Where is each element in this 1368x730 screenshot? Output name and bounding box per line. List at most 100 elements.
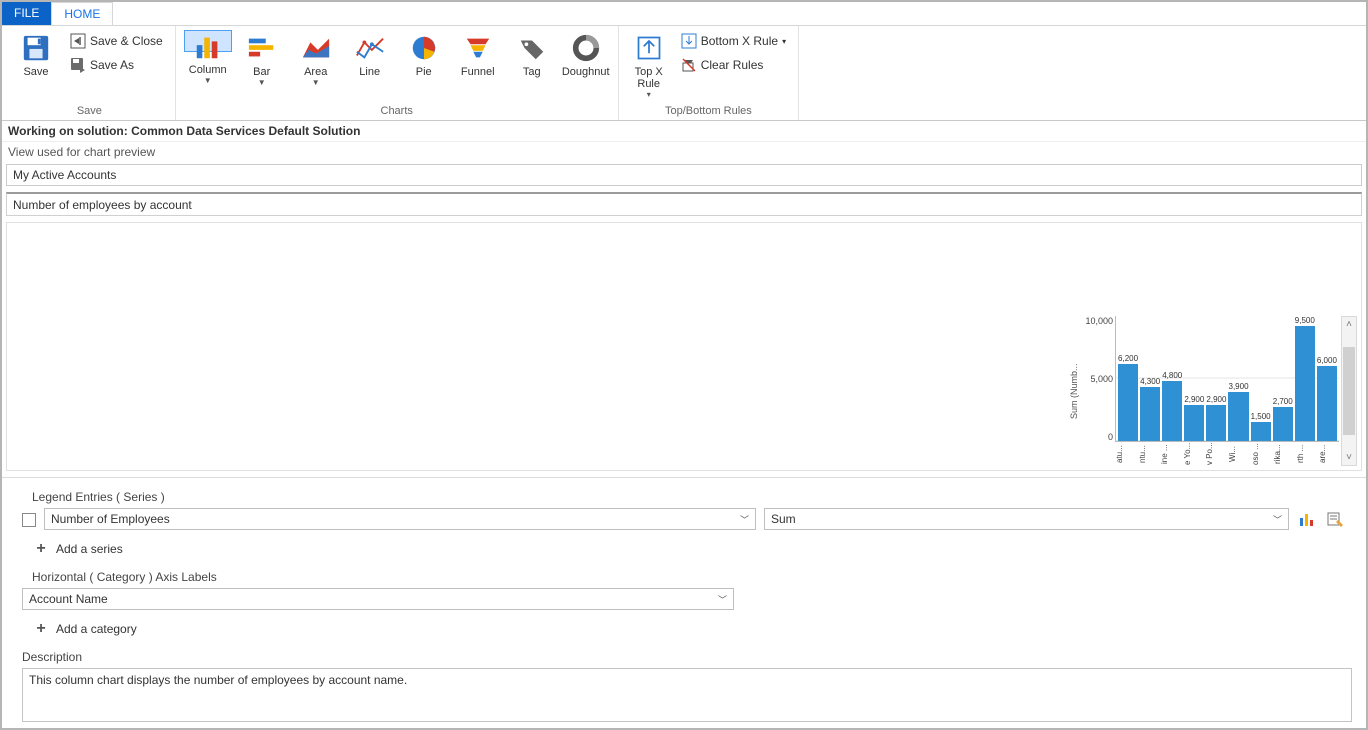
save-as-button[interactable]: Save As: [66, 54, 167, 76]
chart: Sum (Numb... 10,000 5,000 0 6,2004,3004,…: [1069, 316, 1339, 466]
legend-entries-label: Legend Entries ( Series ): [32, 490, 1362, 504]
ribbon-group-charts-label: Charts: [184, 105, 610, 119]
chart-y-tick: 0: [1108, 432, 1113, 442]
caret-down-icon: ▼: [204, 76, 212, 85]
chart-bar: 9,500: [1295, 316, 1315, 441]
area-chart-icon: [300, 32, 332, 64]
save-close-icon: [70, 33, 86, 49]
ribbon-group-save: Save Save & Close Save As Save: [4, 26, 176, 120]
clear-rules-icon: [681, 57, 697, 73]
chart-line-button[interactable]: Line: [346, 30, 394, 80]
chart-bar-value: 2,900: [1184, 395, 1204, 404]
caret-down-icon: ﹀: [740, 513, 749, 526]
chart-y-tick: 10,000: [1085, 316, 1113, 326]
series-field-selector[interactable]: Number of Employees ﹀: [44, 508, 756, 530]
chart-bar-value: 2,900: [1206, 395, 1226, 404]
chart-x-tick: oso ...: [1251, 442, 1272, 466]
chart-bar: 4,300: [1140, 316, 1160, 441]
series-chart-type-button[interactable]: [1297, 509, 1317, 529]
chart-x-tick: rth ...: [1296, 442, 1317, 466]
description-value: This column chart displays the number of…: [29, 673, 407, 687]
chart-x-tick: ntu...: [1138, 442, 1159, 466]
chart-config: Legend Entries ( Series ) Number of Empl…: [2, 477, 1366, 728]
doughnut-chart-icon: [570, 32, 602, 64]
mini-column-icon: [1298, 510, 1316, 528]
chart-name-input[interactable]: Number of employees by account: [6, 192, 1362, 216]
chart-name-value: Number of employees by account: [13, 198, 192, 212]
chart-bar: 3,900: [1228, 316, 1248, 441]
chart-bar-value: 6,000: [1317, 356, 1337, 365]
save-icon: [20, 32, 52, 64]
series-field-value: Number of Employees: [51, 512, 170, 526]
chart-bar-button[interactable]: Bar ▼: [238, 30, 286, 89]
caret-down-icon: ▼: [312, 78, 320, 87]
bottomx-rule-icon: [681, 33, 697, 49]
ribbon-group-save-label: Save: [12, 105, 167, 119]
add-series-button[interactable]: + Add a series: [34, 540, 1362, 558]
solution-label: Working on solution: Common Data Service…: [2, 121, 1366, 142]
series-aggregate-value: Sum: [771, 512, 796, 526]
topx-rule-icon: [633, 32, 665, 64]
tab-strip: FILE HOME: [2, 2, 1366, 26]
view-selector[interactable]: My Active Accounts: [6, 164, 1362, 186]
series-aggregate-selector[interactable]: Sum ﹀: [764, 508, 1289, 530]
chart-x-tick: v Po...: [1205, 442, 1226, 466]
chart-bar-value: 9,500: [1295, 316, 1315, 325]
chart-column-button[interactable]: Column ▼: [184, 30, 232, 52]
chart-doughnut-button[interactable]: Doughnut: [562, 30, 610, 80]
chart-x-tick: e Yo...: [1183, 442, 1204, 466]
clear-rules-button[interactable]: Clear Rules: [677, 54, 790, 76]
chart-bar-value: 2,700: [1273, 397, 1293, 406]
description-label: Description: [22, 650, 1362, 664]
scroll-thumb[interactable]: [1343, 347, 1355, 436]
chart-bar: 2,700: [1273, 316, 1293, 441]
chart-x-tick: are...: [1318, 442, 1339, 466]
chart-y-axis: 10,000 5,000 0: [1079, 316, 1115, 442]
line-chart-icon: [354, 32, 386, 64]
description-input[interactable]: This column chart displays the number of…: [22, 668, 1352, 722]
edit-properties-icon: [1326, 510, 1344, 528]
column-chart-icon: [192, 32, 224, 62]
bottomx-rule-button[interactable]: Bottom X Rule ▾: [677, 30, 790, 52]
chart-bar: 6,200: [1118, 316, 1138, 441]
save-close-button[interactable]: Save & Close: [66, 30, 167, 52]
tab-home[interactable]: HOME: [51, 2, 113, 25]
category-field-selector[interactable]: Account Name ﹀: [22, 588, 734, 610]
chart-area-button[interactable]: Area ▼: [292, 30, 340, 89]
scroll-down-icon[interactable]: ˅: [1346, 450, 1352, 465]
tab-file[interactable]: FILE: [2, 2, 51, 25]
series-checkbox[interactable]: [22, 513, 36, 527]
caret-down-icon: ﹀: [718, 593, 727, 606]
ribbon-group-rules: Top X Rule ▾ Bottom X Rule ▾ Clear Rules…: [619, 26, 799, 120]
save-as-icon: [70, 57, 86, 73]
scroll-up-icon[interactable]: ˄: [1346, 317, 1352, 332]
horizontal-axis-label: Horizontal ( Category ) Axis Labels: [32, 570, 1362, 584]
view-selector-value: My Active Accounts: [13, 168, 116, 182]
chart-bar-value: 3,900: [1229, 382, 1249, 391]
ribbon: Save Save & Close Save As Save: [2, 26, 1366, 121]
chart-x-tick: atu...: [1115, 442, 1136, 466]
save-button[interactable]: Save: [12, 30, 60, 80]
chart-bar-value: 6,200: [1118, 354, 1138, 363]
chart-funnel-button[interactable]: Funnel: [454, 30, 502, 80]
chart-plot: 6,2004,3004,8002,9002,9003,9001,5002,700…: [1115, 316, 1339, 442]
plus-icon: +: [34, 540, 48, 558]
chart-preview: Sum (Numb... 10,000 5,000 0 6,2004,3004,…: [6, 222, 1362, 471]
caret-down-icon: ﹀: [1273, 513, 1282, 526]
chart-x-tick: ine ...: [1160, 442, 1181, 466]
bar-chart-icon: [246, 32, 278, 64]
preview-scrollbar[interactable]: ˄ ˅: [1341, 316, 1357, 466]
chart-tag-button[interactable]: Tag: [508, 30, 556, 80]
chart-pie-button[interactable]: Pie: [400, 30, 448, 80]
chart-bar-value: 1,500: [1251, 412, 1271, 421]
pie-chart-icon: [408, 32, 440, 64]
category-field-value: Account Name: [29, 592, 108, 606]
chart-bar: 2,900: [1184, 316, 1204, 441]
chart-bar-value: 4,300: [1140, 377, 1160, 386]
add-category-button[interactable]: + Add a category: [34, 620, 1362, 638]
series-edit-button[interactable]: [1325, 509, 1345, 529]
chart-bar: 2,900: [1206, 316, 1226, 441]
caret-down-icon: ▾: [782, 37, 786, 46]
topx-rule-button[interactable]: Top X Rule ▾: [627, 30, 671, 101]
chart-x-axis: atu...ntu...ine ...e Yo...v Po...Wi...os…: [1079, 442, 1339, 466]
